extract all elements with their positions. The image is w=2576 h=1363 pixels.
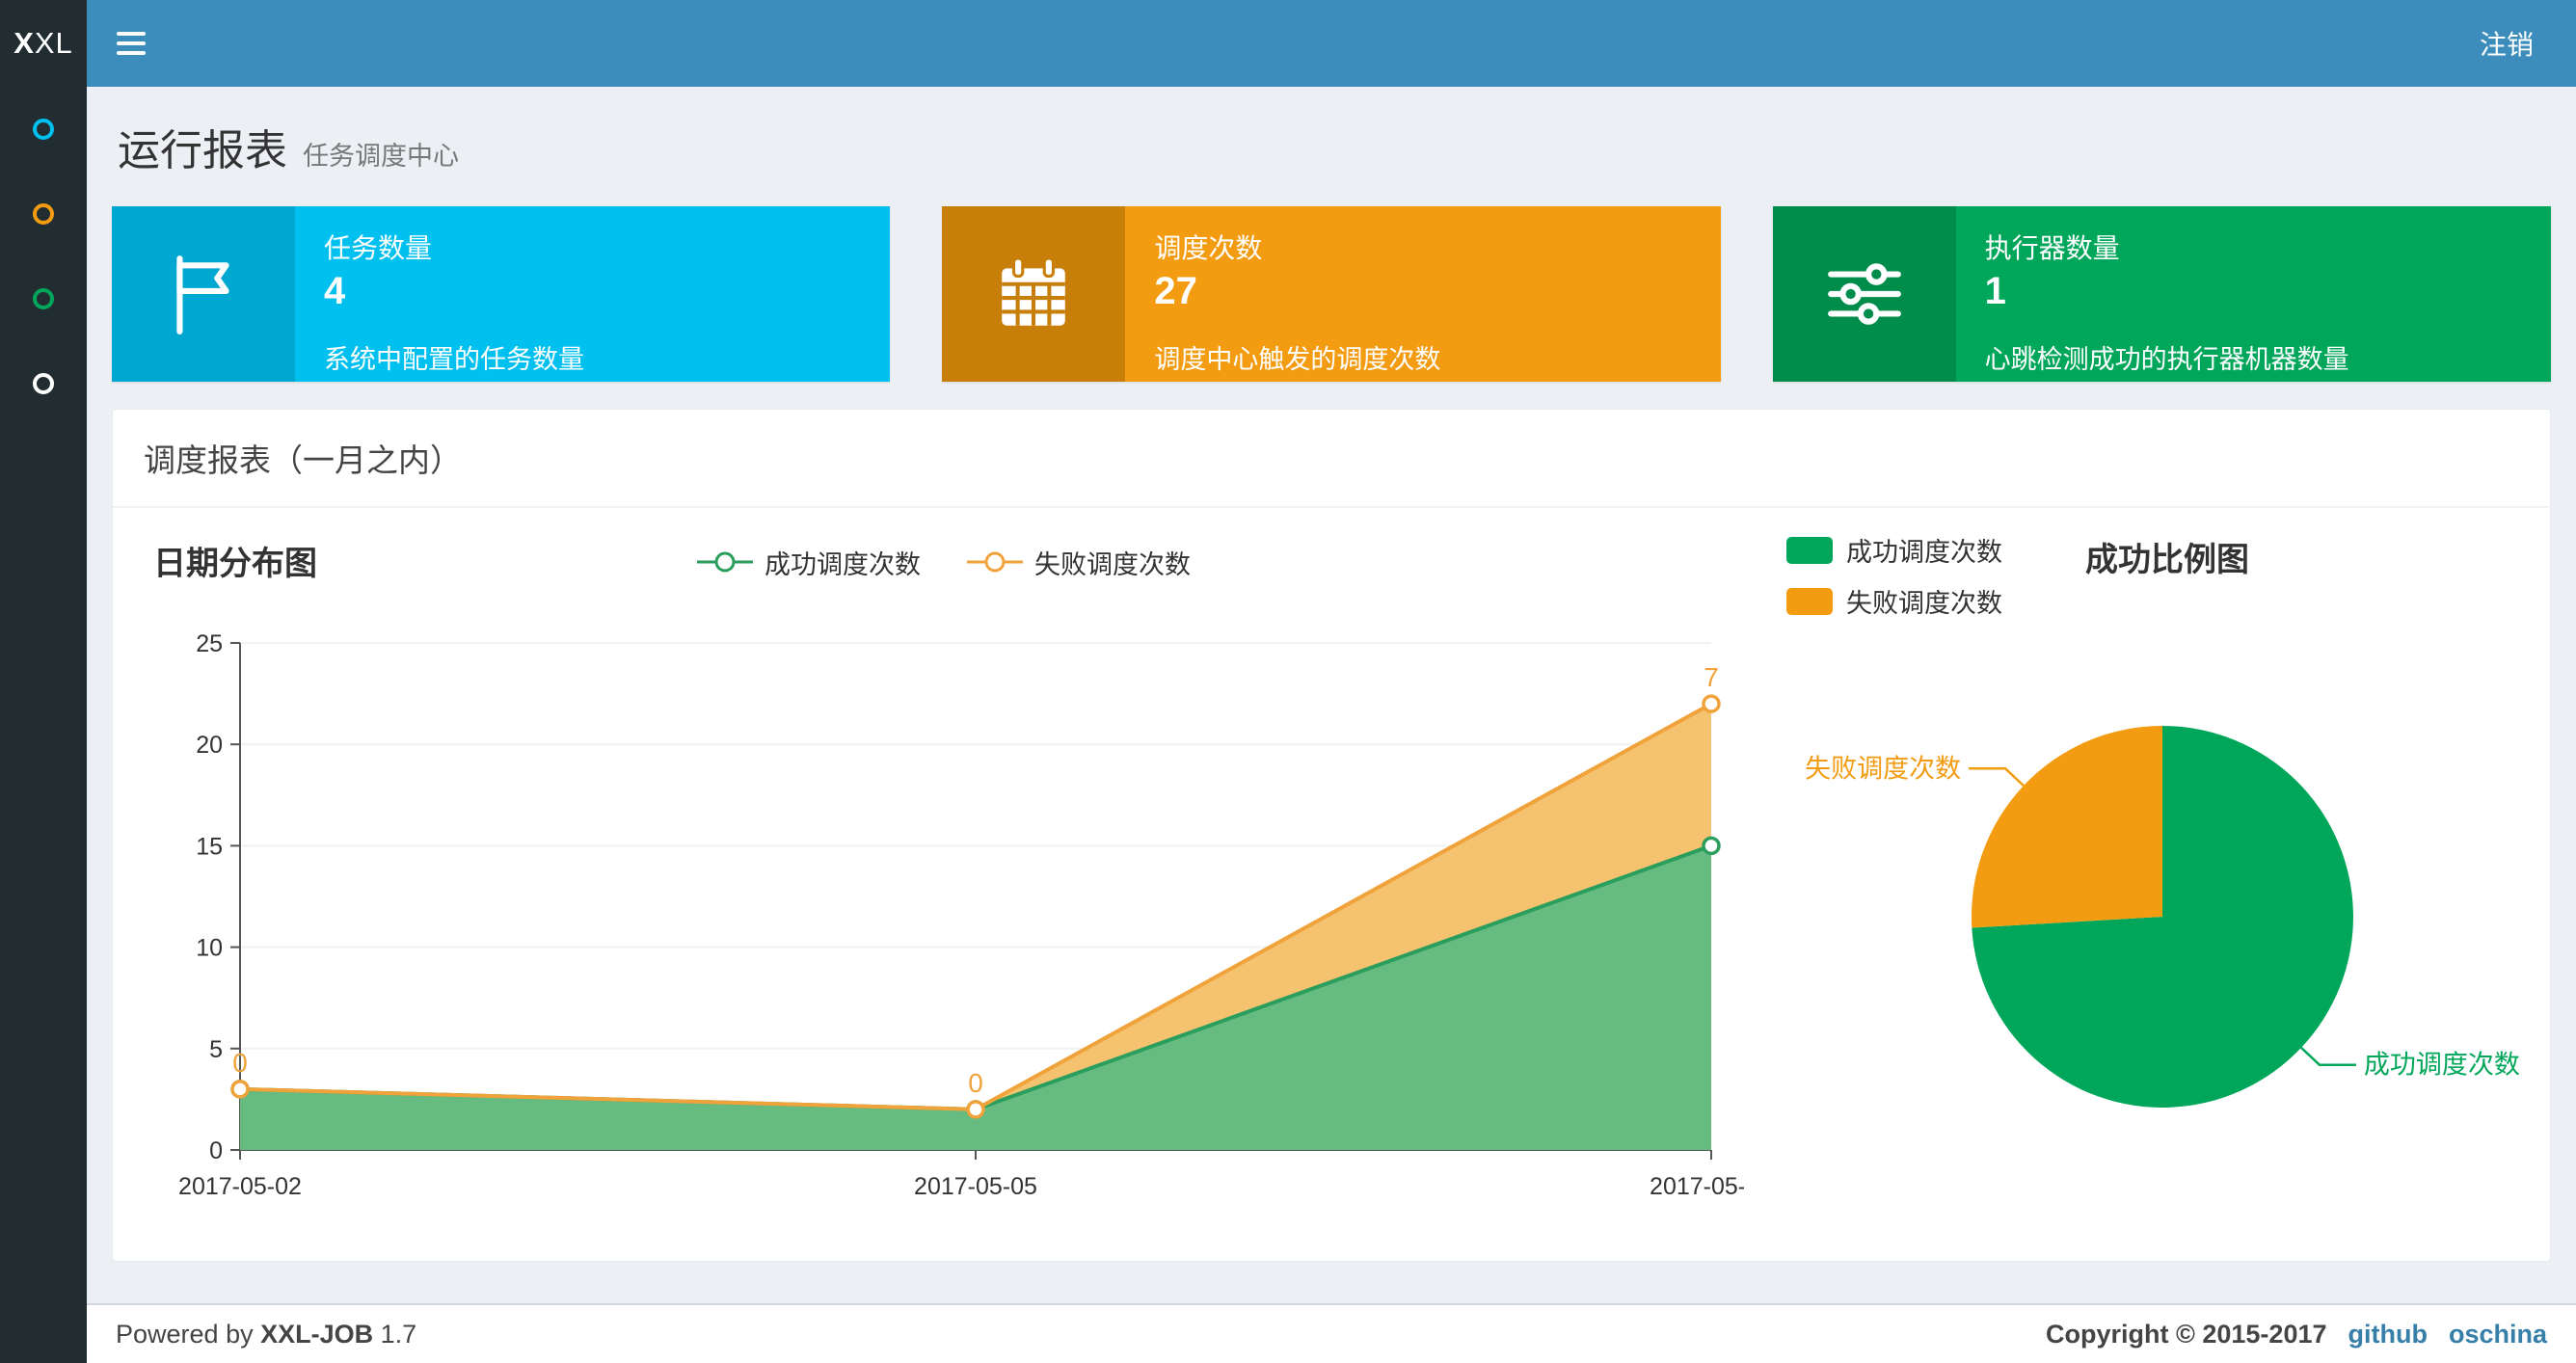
svg-text:2017-05-08: 2017-05-08 [1650,1173,1744,1200]
svg-text:成功调度次数: 成功调度次数 [2364,1051,2520,1080]
pie-chart-title: 成功比例图 [2085,542,2249,578]
svg-text:2017-05-02: 2017-05-02 [178,1173,302,1200]
info-box-3: 执行器数量 1 心跳检测成功的执行器机器数量 [1772,206,2551,382]
svg-text:0: 0 [232,1048,248,1078]
oschina-link[interactable]: oschina [2449,1320,2547,1350]
info-box-body: 任务数量 4 系统中配置的任务数量 [295,206,890,382]
svg-text:2017-05-05: 2017-05-05 [914,1173,1037,1200]
sliders-icon [1772,206,1956,382]
svg-text:失败调度次数: 失败调度次数 [1805,754,1961,783]
top-navbar: X XL 注销 [0,0,2576,87]
info-box-body: 调度次数 27 调度中心触发的调度次数 [1125,206,1720,382]
page-title: 运行报表 任务调度中心 [118,127,459,174]
copyright: Copyright © 2015-2017 [2045,1319,2327,1349]
info-box-value: 4 [324,270,346,312]
info-box-value: 1 [1984,270,2006,312]
info-box-body: 执行器数量 1 心跳检测成功的执行器机器数量 [1956,206,2551,382]
sidebar-item-jobinfo[interactable] [0,172,87,256]
info-box-desc: 心跳检测成功的执行器机器数量 [1984,345,2349,374]
logo-text: X [13,26,35,60]
circle-icon [33,119,54,140]
sidebar-item-joblog[interactable] [0,256,87,341]
line-chart-legend: 成功调度次数 失败调度次数 [697,544,1191,581]
content-header: 运行报表 任务调度中心 [87,87,2576,183]
circle-icon [33,373,54,394]
logo[interactable]: X XL [0,0,87,87]
legend-swatch-icon [1786,536,1833,564]
sidebar-toggle-button[interactable] [87,0,175,87]
legend-item[interactable]: 成功调度次数 [1786,531,2002,569]
line-chart: 05101520252017-05-022017-05-052017-05-08… [178,630,1773,1200]
product-name: XXL-JOB [260,1319,374,1349]
info-box-label: 执行器数量 [1984,233,2120,263]
product-version: 1.7 [380,1319,417,1349]
svg-text:10: 10 [196,935,223,962]
legend-label: 失败调度次数 [1034,549,1191,579]
navbar-right: 注销 [2470,0,2576,87]
sidebar-item-help[interactable] [0,341,87,426]
svg-text:25: 25 [196,630,223,657]
line-chart-section: 日期分布图 成功调度次数 失败调度次数 0 5 10 15 20 25 2017-05-02 2… [144,531,1773,1234]
chart-row: 日期分布图 成功调度次数 失败调度次数 0 5 10 15 20 25 2017-05-02 2… [113,508,2550,1261]
circle-icon [33,203,54,225]
report-panel: 调度报表（一月之内） 日期分布图 成功调度次数 失败调度次数 0 5 10 15 20 25… [112,409,2551,1262]
legend-item[interactable]: 成功调度次数 [697,544,921,581]
info-box-2: 调度次数 27 调度中心触发的调度次数 [942,206,1721,382]
circle-icon [33,288,54,309]
line-marker-icon [967,551,1023,573]
main-content: 运行报表 任务调度中心 任务数量 4 系统中配置的任务数量 调度次数 27 调度中心触发的调… [87,87,2576,1303]
svg-text:5: 5 [209,1036,223,1063]
info-box-value: 27 [1154,270,1197,312]
legend-swatch-icon [1786,587,1833,615]
page-subtitle: 任务调度中心 [303,142,459,171]
sidebar [0,87,87,1363]
powered-by: Powered by XXL-JOB 1.7 [116,1319,417,1349]
pie-chart-section: 成功调度次数 失败调度次数 成功比例图 成功调度次数 失败调度次数 [1744,531,2538,1234]
svg-text:0: 0 [209,1137,223,1164]
line-marker-icon [697,551,753,573]
legend-item[interactable]: 失败调度次数 [967,544,1191,581]
calendar-icon [942,206,1126,382]
hamburger-icon [117,26,146,61]
info-box-label: 任务数量 [324,233,433,263]
info-box-1: 任务数量 4 系统中配置的任务数量 [112,206,891,382]
footer: Powered by XXL-JOB 1.7 Copyright © 2015-… [87,1303,2576,1363]
logout-link[interactable]: 注销 [2470,24,2543,63]
footer-right: Copyright © 2015-2017 github oschina [2046,1320,2547,1350]
legend-label: 失败调度次数 [1846,589,2002,618]
info-box-desc: 调度中心触发的调度次数 [1154,345,1441,374]
svg-text:0: 0 [968,1068,983,1098]
legend-item[interactable]: 失败调度次数 [1786,582,2002,620]
svg-text:15: 15 [196,833,223,860]
info-box-row: 任务数量 4 系统中配置的任务数量 调度次数 27 调度中心触发的调度次数 执行器数量 1 心跳… [87,183,2576,384]
svg-text:20: 20 [196,732,223,759]
legend-label: 成功调度次数 [1846,538,2002,567]
legend-label: 成功调度次数 [765,549,921,579]
info-box-desc: 系统中配置的任务数量 [324,345,584,374]
pie-chart: 成功调度次数 失败调度次数 [1805,726,2520,1108]
flag-icon [112,206,295,382]
info-box-label: 调度次数 [1154,233,1263,263]
svg-text:7: 7 [1704,662,1719,692]
pie-chart-legend: 成功调度次数 失败调度次数 [1786,531,2002,620]
line-chart-title: 日期分布图 [153,546,317,582]
panel-title: 调度报表（一月之内） [113,410,2550,508]
sidebar-item-report[interactable] [0,87,87,172]
github-link[interactable]: github [2348,1320,2428,1350]
